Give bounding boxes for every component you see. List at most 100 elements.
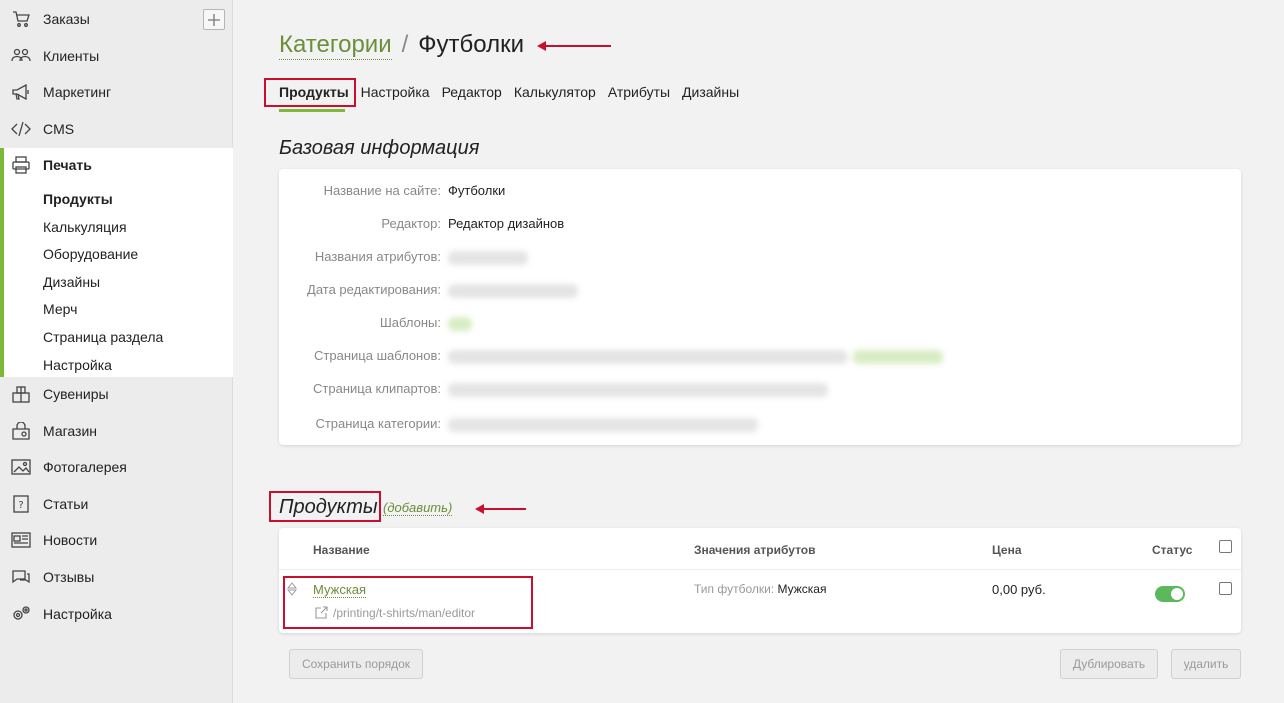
- info-row-editor: Редактор: Редактор дизайнов: [279, 216, 1241, 236]
- users-icon: [11, 46, 31, 66]
- megaphone-icon: [11, 82, 31, 102]
- drag-handle-icon[interactable]: [286, 582, 298, 599]
- sidebar-item-gallery[interactable]: Фотогалерея: [0, 449, 233, 485]
- blurred-value: [448, 350, 848, 364]
- info-label: Название на сайте:: [323, 183, 441, 198]
- blurred-value: [448, 284, 578, 298]
- duplicate-button[interactable]: Дублировать: [1060, 649, 1158, 679]
- sidebar-item-reviews[interactable]: Отзывы: [0, 559, 233, 595]
- sidebar-item-orders[interactable]: Заказы: [0, 1, 233, 37]
- info-row-clipart-page: Страница клипартов:: [279, 381, 1241, 401]
- annotation-arrow: [475, 504, 526, 514]
- sidebar-item-articles[interactable]: ? Статьи: [0, 486, 233, 522]
- sidebar-item-label: Новости: [43, 532, 98, 548]
- sidebar-item-label: Фотогалерея: [43, 459, 127, 475]
- sidebar-item-label: Маркетинг: [43, 84, 112, 100]
- tab-calculator[interactable]: Калькулятор: [514, 84, 596, 100]
- base-info-title: Базовая информация: [279, 137, 480, 159]
- breadcrumb: Категории / Футболки: [279, 31, 524, 60]
- sidebar-item-label: Отзывы: [43, 569, 95, 585]
- info-label: Страница категории:: [315, 416, 441, 431]
- products-table: Название Значения атрибутов Цена Статус …: [279, 528, 1241, 633]
- sidebar-subitem-designs[interactable]: Дизайны: [43, 274, 100, 290]
- news-icon: [11, 530, 31, 550]
- attribute-value-text: Мужская: [777, 582, 827, 596]
- tab-bar: Продукты Настройка Редактор Калькулятор …: [279, 84, 751, 100]
- article-icon: ?: [11, 494, 31, 514]
- status-toggle[interactable]: [1155, 586, 1185, 602]
- breadcrumb-separator: /: [401, 31, 409, 58]
- info-row-templates-page: Страница шаблонов:: [279, 348, 1241, 368]
- breadcrumb-categories-link[interactable]: Категории: [279, 31, 392, 60]
- sidebar-subitem-merch[interactable]: Мерч: [43, 301, 77, 317]
- sidebar-item-label: Клиенты: [43, 48, 100, 64]
- sidebar-item-shop[interactable]: Магазин: [0, 413, 233, 449]
- add-order-button[interactable]: [203, 9, 225, 30]
- info-row-attribute-names: Названия атрибутов:: [279, 249, 1241, 269]
- product-name-link[interactable]: Мужская: [313, 582, 367, 598]
- sidebar-item-cms[interactable]: CMS: [0, 111, 233, 147]
- row-checkbox[interactable]: [1219, 582, 1232, 595]
- tab-settings[interactable]: Настройка: [361, 84, 430, 100]
- sidebar-subitem-calculation[interactable]: Калькуляция: [43, 219, 127, 235]
- sidebar-item-label: Статьи: [43, 496, 89, 512]
- sidebar-item-label: Заказы: [43, 11, 90, 27]
- sidebar-subitem-products[interactable]: Продукты: [43, 191, 113, 207]
- tab-designs[interactable]: Дизайны: [682, 84, 739, 100]
- select-all-checkbox[interactable]: [1219, 540, 1232, 553]
- blurred-value: [448, 383, 828, 397]
- info-label: Дата редактирования:: [307, 282, 441, 297]
- main-content: Категории / Футболки Продукты Настройка …: [234, 0, 1284, 703]
- info-row-category-page: Страница категории:: [279, 416, 1241, 436]
- sidebar-item-clients[interactable]: Клиенты: [0, 38, 233, 74]
- attribute-value: Тип футболки: Мужская: [694, 582, 826, 596]
- save-order-button[interactable]: Сохранить порядок: [289, 649, 423, 679]
- sidebar: Заказы Клиенты Маркетинг CMS Печать Прод…: [0, 0, 233, 703]
- info-value: Редактор дизайнов: [448, 216, 565, 231]
- svg-text:?: ?: [18, 500, 23, 511]
- sidebar-item-label: Магазин: [43, 423, 98, 439]
- page-title: Футболки: [418, 31, 524, 58]
- external-link-icon[interactable]: [315, 606, 328, 622]
- settings-icon: [11, 604, 31, 624]
- sidebar-item-label: Сувениры: [43, 386, 109, 402]
- reviews-icon: [11, 567, 31, 587]
- sidebar-item-marketing[interactable]: Маркетинг: [0, 74, 233, 110]
- tab-attributes[interactable]: Атрибуты: [608, 84, 670, 100]
- cart-icon: [11, 9, 31, 29]
- sidebar-item-news[interactable]: Новости: [0, 522, 233, 558]
- products-title: Продукты: [279, 496, 378, 518]
- info-label: Редактор:: [381, 216, 441, 231]
- product-price: 0,00 руб.: [992, 582, 1046, 597]
- info-label: Названия атрибутов:: [314, 249, 441, 264]
- printer-icon: [11, 155, 31, 175]
- info-row-site-name: Название на сайте: Футболки: [279, 183, 1241, 203]
- sidebar-subitem-settings[interactable]: Настройка: [43, 357, 112, 373]
- blurred-value: [448, 418, 758, 432]
- active-tab-indicator: [279, 109, 345, 112]
- column-header-price: Цена: [992, 543, 1022, 557]
- column-header-name: Название: [313, 543, 370, 557]
- tab-editor[interactable]: Редактор: [442, 84, 502, 100]
- blurred-value: [448, 251, 528, 265]
- tab-products[interactable]: Продукты: [279, 84, 349, 100]
- sidebar-subitem-section-page[interactable]: Страница раздела: [43, 329, 163, 345]
- sidebar-item-label: Настройка: [43, 606, 112, 622]
- delete-button[interactable]: удалить: [1171, 649, 1241, 679]
- sidebar-item-label: Печать: [43, 157, 92, 173]
- gift-icon: [11, 384, 31, 404]
- add-product-link[interactable]: (добавить): [383, 500, 453, 516]
- info-label: Страница шаблонов:: [314, 348, 441, 363]
- sidebar-item-print[interactable]: Печать: [0, 147, 233, 183]
- code-icon: [11, 119, 31, 139]
- info-row-edit-date: Дата редактирования:: [279, 282, 1241, 302]
- sidebar-item-souvenirs[interactable]: Сувениры: [0, 376, 233, 412]
- column-header-status: Статус: [1152, 543, 1193, 557]
- blurred-value: [853, 350, 943, 364]
- base-info-card: Название на сайте: Футболки Редактор: Ре…: [279, 169, 1241, 445]
- table-row: Мужская /printing/t-shirts/man/editor Ти…: [279, 570, 1241, 633]
- sidebar-item-settings[interactable]: Настройка: [0, 596, 233, 632]
- column-header-attributes: Значения атрибутов: [694, 543, 816, 557]
- sidebar-subitem-equipment[interactable]: Оборудование: [43, 246, 138, 262]
- product-path[interactable]: /printing/t-shirts/man/editor: [333, 606, 475, 620]
